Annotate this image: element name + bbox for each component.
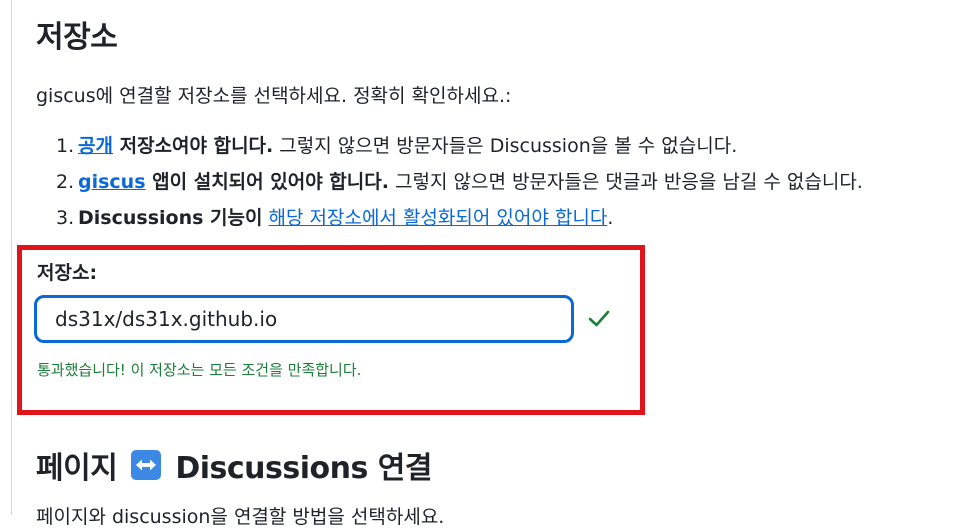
requirement-text: 그렇지 않으면 방문자들은 Discussion을 볼 수 없습니다. [273,135,738,157]
list-number: 2. [56,171,75,193]
requirements-list: 1. 공개 저장소여야 합니다. 그렇지 않으면 방문자들은 Discussion… [56,128,863,236]
requirement-text: . [607,207,614,229]
requirement-bold-text: 저장소여야 합니다. [112,135,274,157]
validation-success-message: 통과했습니다! 이 저장소는 모든 조건을 만족합니다. [37,361,362,379]
mapping-title-prefix: 페이지 [36,451,118,486]
requirement-item-public: 1. 공개 저장소여야 합니다. 그렇지 않으면 방문자들은 Discussion… [56,128,863,164]
repository-field-label: 저장소: [37,262,98,284]
left-right-arrow-icon [131,450,162,480]
mapping-title-suffix: Discussions 연결 [175,451,432,486]
enable-discussions-link[interactable]: 해당 저장소에서 활성화되어 있어야 합니다 [269,207,608,229]
repository-input[interactable] [34,295,574,343]
repository-intro-text: giscus에 연결할 저장소를 선택하세요. 정확히 확인하세요.: [36,85,512,107]
content-left-border [11,0,12,515]
list-number: 1. [56,135,75,157]
check-icon [588,310,610,327]
mapping-intro-text: 페이지와 discussion을 연결할 방법을 선택하세요. [36,506,445,528]
section-title-repository: 저장소 [36,20,118,55]
public-link[interactable]: 공개 [78,135,113,157]
requirement-text: 그렇지 않으면 방문자들은 댓글과 반응을 남길 수 없습니다. [388,171,863,193]
requirement-bold-text: 앱이 설치되어 있어야 합니다. [145,171,389,193]
requirement-bold-text: Discussions 기능이 [78,207,263,229]
list-number: 3. [56,207,75,229]
section-title-page-discussions-mapping: 페이지 Discussions 연결 [36,443,432,487]
requirement-item-app: 2. giscus 앱이 설치되어 있어야 합니다. 그렇지 않으면 방문자들은 … [56,164,863,200]
giscus-app-link[interactable]: giscus [78,171,146,193]
requirement-item-discussions: 3. Discussions 기능이 해당 저장소에서 활성화되어 있어야 합니다… [56,200,863,236]
